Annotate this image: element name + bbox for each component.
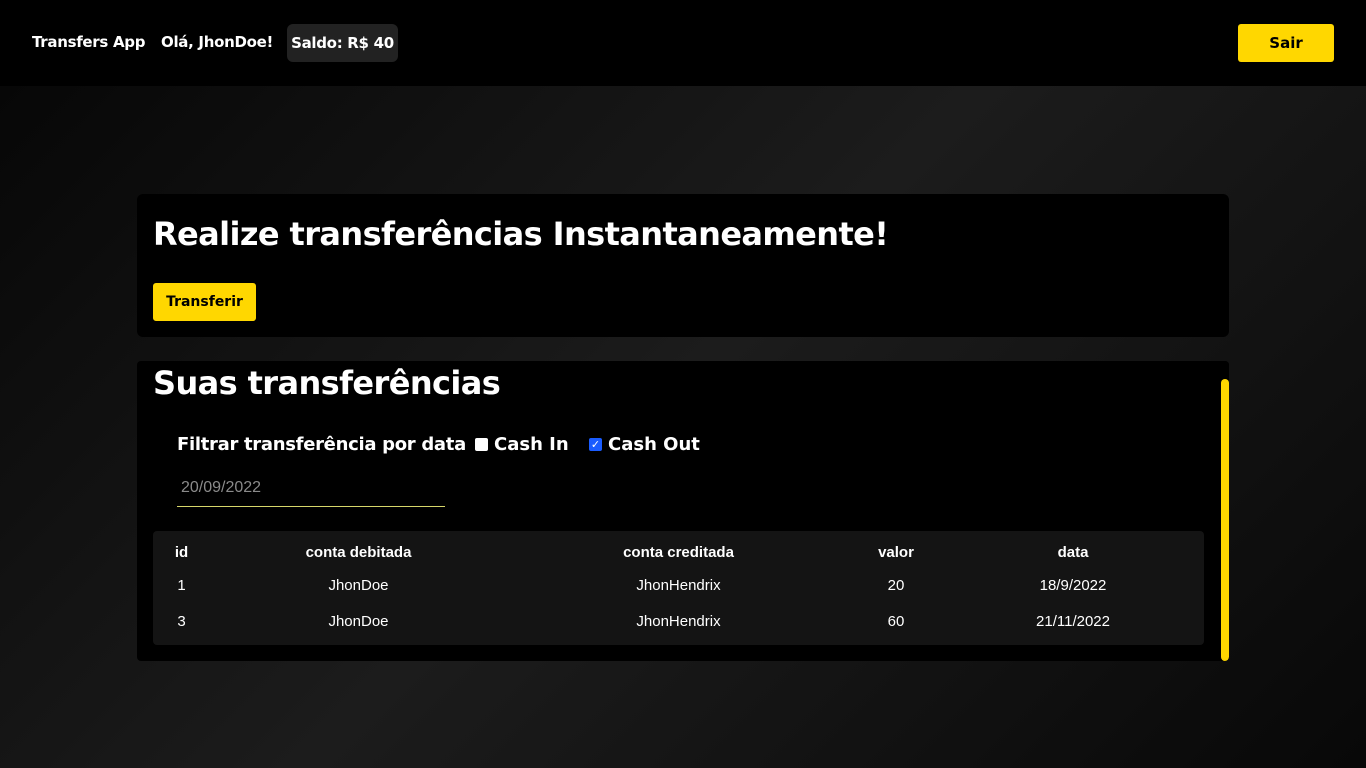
- cash-out-label: Cash Out: [608, 434, 700, 455]
- cell-id: 3: [177, 612, 186, 630]
- transfer-button[interactable]: Transferir: [153, 283, 256, 321]
- cell-debit-account: JhonDoe: [328, 612, 389, 630]
- cell-value: 20: [887, 576, 905, 594]
- cash-out-checkbox[interactable]: ✓: [589, 438, 602, 451]
- cash-out-filter[interactable]: ✓ Cash Out: [589, 434, 700, 455]
- date-filter-label: Filtrar transferência por data: [177, 434, 466, 455]
- cell-debit-account: JhonDoe: [328, 576, 389, 594]
- cell-credit-account: JhonHendrix: [636, 612, 721, 630]
- transfers-table-container: id conta debitada conta creditada valor …: [153, 531, 1204, 645]
- table-row: 3 JhonDoe JhonHendrix 60 21/11/2022: [153, 603, 1204, 639]
- cash-in-checkbox[interactable]: [475, 438, 488, 451]
- cell-id: 1: [177, 576, 186, 594]
- transfers-table: id conta debitada conta creditada valor …: [153, 531, 1204, 639]
- scrollbar-thumb[interactable]: [1221, 379, 1229, 661]
- table-header-row: id conta debitada conta creditada valor …: [153, 531, 1204, 567]
- logout-button[interactable]: Sair: [1238, 24, 1334, 62]
- cash-in-label: Cash In: [494, 434, 569, 455]
- transfers-panel: Suas transferências Filtrar transferênci…: [137, 361, 1229, 661]
- user-greeting: Olá, JhonDoe!: [161, 33, 274, 51]
- column-header-id: id: [174, 543, 189, 561]
- transfer-hero-card: Realize transferências Instantaneamente!…: [137, 194, 1229, 337]
- balance-badge: Saldo: R$ 40: [287, 24, 398, 62]
- balance-text: Saldo: R$ 40: [291, 34, 394, 52]
- cash-in-filter[interactable]: Cash In: [475, 434, 569, 455]
- column-header-date: data: [1057, 543, 1089, 561]
- cell-date: 18/9/2022: [1039, 576, 1107, 594]
- column-header-debit-account: conta debitada: [305, 543, 412, 561]
- cell-value: 60: [887, 612, 905, 630]
- column-header-value: valor: [878, 543, 914, 561]
- app-title[interactable]: Transfers App: [32, 33, 145, 51]
- column-header-credit-account: conta creditada: [623, 543, 734, 561]
- hero-title: Realize transferências Instantaneamente!: [153, 215, 889, 253]
- table-row: 1 JhonDoe JhonHendrix 20 18/9/2022: [153, 567, 1204, 603]
- date-filter-input[interactable]: [177, 469, 445, 507]
- cell-credit-account: JhonHendrix: [636, 576, 721, 594]
- cell-date: 21/11/2022: [1036, 612, 1110, 630]
- top-navbar: Transfers App Olá, JhonDoe! Saldo: R$ 40…: [0, 0, 1366, 86]
- transfers-title: Suas transferências: [153, 364, 501, 402]
